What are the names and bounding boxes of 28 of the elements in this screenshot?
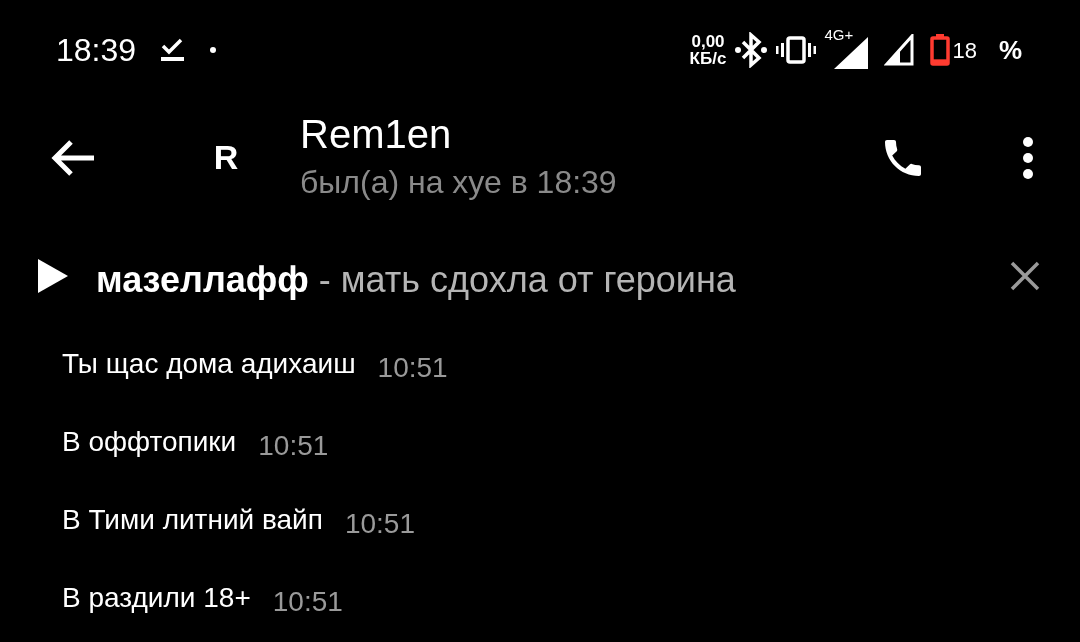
message-text: В оффтопики [62,425,237,459]
status-time: 18:39 [56,31,137,70]
percent-sign: % [998,33,1022,67]
back-arrow-icon[interactable] [50,138,96,177]
more-options-icon[interactable] [1021,135,1035,180]
signal-icon [884,34,915,66]
network-type-label: 4G+ [824,27,854,42]
battery-percent: 18 [952,36,977,65]
message-time: 10:51 [377,351,448,385]
bluetooth-icon [734,32,769,68]
message-time: 10:51 [272,585,343,619]
network-speed: 0,00 [690,33,726,50]
last-seen: был(а) на хуе в 18:39 [300,162,618,202]
pinned-track-title[interactable]: мазеллафф - мать сдохла от героина [96,253,1010,307]
close-icon[interactable] [1010,261,1040,291]
message-time: 10:51 [258,429,329,463]
network-speed-unit: КБ/с [689,50,727,67]
notification-dot-icon [210,47,217,53]
vibrate-icon [776,35,817,65]
message-time: 10:51 [344,507,415,541]
download-done-icon [160,37,187,63]
message-text: В Тими литний вайп [62,503,323,537]
contact-name: Rem1en [300,110,453,158]
message-text: В раздили 18+ [62,581,251,615]
avatar-letter[interactable]: R [176,132,276,183]
play-icon[interactable] [38,259,68,293]
message-text: Ты щас дома адихаиш [62,347,356,381]
battery-icon [930,34,951,66]
